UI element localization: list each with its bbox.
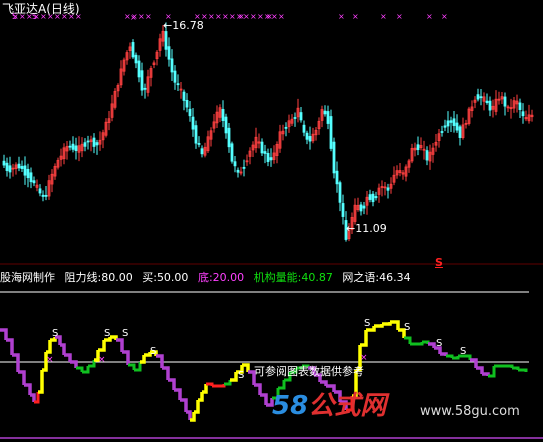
stock-chart-window: × × × × × × × × × × × × × × × × × × × × × × × × × × × × × × × × × × × × × S S … [0, 0, 543, 442]
oscillator-marker: × [46, 355, 54, 365]
oscillator-segment [416, 342, 424, 346]
oscillator-segment [194, 400, 200, 414]
indicator-header: 股海网制作 阻力线:80.00 买:50.00 底:20.00 机构量能:40.… [0, 272, 411, 283]
oscillator-segment [174, 388, 182, 400]
stock-name: 飞亚达A [2, 2, 47, 16]
chart-period: (日线) [46, 2, 80, 16]
buy-signal-marker: S [435, 256, 443, 269]
oscillator-segment [374, 324, 384, 328]
oscillator-segment [30, 393, 36, 402]
oscillator-segment [382, 322, 392, 326]
indicator-item-netword: 网之语:46.34 [342, 271, 411, 284]
oscillator-segment [64, 353, 72, 362]
low-price-label: ←11.09 [346, 222, 387, 235]
oscillator-segment [116, 338, 124, 352]
low-price-value: 11.09 [355, 222, 387, 235]
oscillator-marker: × [98, 355, 106, 365]
oscillator-segment [278, 380, 286, 390]
oscillator-segment [428, 342, 436, 348]
oscillator-signal: S [238, 370, 244, 381]
oscillator-segment [38, 370, 44, 394]
oscillator-segment [98, 340, 106, 352]
oscillator-marker: × [360, 353, 368, 363]
oscillator-segment [202, 384, 208, 394]
oscillator-segment [198, 392, 204, 402]
indicator-item-buy: 买:50.00 [142, 271, 189, 284]
oscillator-segment [488, 366, 496, 378]
high-price-value: 16.78 [172, 19, 204, 32]
high-price-label: ←16.78 [163, 19, 204, 32]
oscillator-segment [518, 368, 528, 372]
oscillator-segment [88, 360, 96, 368]
oscillator-segment [260, 393, 268, 405]
oscillator-segment [440, 352, 448, 356]
oscillator-segment [76, 366, 84, 372]
oscillator-segment [140, 355, 146, 364]
oscillator-segment [168, 378, 176, 390]
watermark-number: 58 [272, 391, 309, 421]
oscillator-signal: S [436, 338, 442, 349]
watermark-text: 公式网 [308, 391, 387, 421]
oscillator-segment [12, 353, 20, 372]
oscillator-segment [180, 398, 188, 412]
oscillator-segment [128, 363, 136, 370]
oscillator-segment [506, 364, 514, 368]
oscillator-signal: S [460, 346, 466, 357]
oscillator-signal: S [104, 328, 110, 339]
oscillator-segment [230, 372, 238, 382]
oscillator-segment [254, 383, 262, 395]
oscillator-segment [446, 354, 454, 358]
oscillator-segment [482, 372, 490, 376]
indicator-source: 股海网制作 [0, 271, 55, 284]
oscillator-signal: S [404, 322, 410, 333]
oscillator-signal: S [364, 318, 370, 329]
oscillator-segment [360, 330, 368, 347]
indicator-item-resistance: 阻力线:80.00 [64, 271, 133, 284]
oscillator-signal: S [122, 328, 128, 339]
oscillator-segment [320, 380, 328, 386]
oscillator-segment [6, 338, 14, 355]
oscillator-segment [24, 383, 32, 395]
oscillator-segment [470, 358, 478, 368]
oscillator-segment [186, 410, 192, 420]
oscillator-signal: S [150, 346, 156, 357]
indicator-item-volume: 机构量能:40.87 [253, 271, 333, 284]
oscillator-segment [18, 370, 26, 385]
oscillator-segment [224, 380, 232, 386]
watermark-logo: 58公式网 [272, 393, 386, 419]
oscillator-segment [404, 336, 412, 344]
watermark-url: www.58gu.com [420, 404, 520, 419]
oscillator-segment [390, 320, 400, 330]
oscillator-segment [162, 366, 170, 380]
indicator-item-bottom: 底:20.00 [197, 271, 245, 284]
oscillator-segment [476, 366, 484, 374]
oscillator-segment [122, 350, 130, 365]
oscillator-segment [46, 340, 52, 354]
oscillator-segment [218, 384, 226, 388]
oscillator-segment [0, 328, 8, 340]
stock-title: 飞亚达A(日线) [2, 3, 80, 15]
oscillator-signal: S [52, 328, 58, 339]
oscillator-segment [60, 343, 66, 355]
oscillator-segment [512, 366, 520, 370]
indicator-caption: 可参阅图表数据供参考 [254, 365, 364, 378]
oscillator-segment [70, 360, 78, 368]
